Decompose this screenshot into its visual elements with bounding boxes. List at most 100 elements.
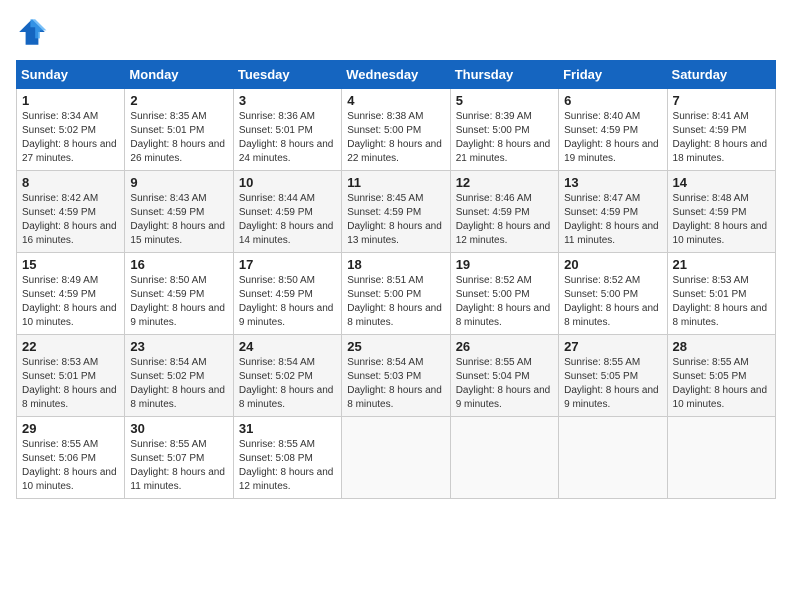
weekday-header: Thursday <box>450 61 558 89</box>
day-number: 1 <box>22 93 119 108</box>
day-info: Sunrise: 8:46 AM Sunset: 4:59 PM Dayligh… <box>456 192 553 248</box>
day-number: 31 <box>239 421 336 436</box>
day-number: 29 <box>22 421 119 436</box>
weekday-header: Friday <box>559 61 667 89</box>
day-info: Sunrise: 8:48 AM Sunset: 4:59 PM Dayligh… <box>673 192 770 248</box>
weekday-header: Monday <box>125 61 233 89</box>
calendar-day-cell <box>559 417 667 499</box>
calendar-day-cell: 3 Sunrise: 8:36 AM Sunset: 5:01 PM Dayli… <box>233 89 341 171</box>
calendar-day-cell: 29 Sunrise: 8:55 AM Sunset: 5:06 PM Dayl… <box>17 417 125 499</box>
calendar-week-row: 8 Sunrise: 8:42 AM Sunset: 4:59 PM Dayli… <box>17 171 776 253</box>
day-info: Sunrise: 8:55 AM Sunset: 5:05 PM Dayligh… <box>673 356 770 412</box>
calendar-day-cell: 10 Sunrise: 8:44 AM Sunset: 4:59 PM Dayl… <box>233 171 341 253</box>
calendar-header-row: SundayMondayTuesdayWednesdayThursdayFrid… <box>17 61 776 89</box>
day-info: Sunrise: 8:41 AM Sunset: 4:59 PM Dayligh… <box>673 110 770 166</box>
day-info: Sunrise: 8:54 AM Sunset: 5:02 PM Dayligh… <box>239 356 336 412</box>
calendar-day-cell <box>342 417 450 499</box>
day-number: 24 <box>239 339 336 354</box>
calendar-day-cell <box>450 417 558 499</box>
calendar-week-row: 29 Sunrise: 8:55 AM Sunset: 5:06 PM Dayl… <box>17 417 776 499</box>
calendar-day-cell: 15 Sunrise: 8:49 AM Sunset: 4:59 PM Dayl… <box>17 253 125 335</box>
day-number: 13 <box>564 175 661 190</box>
calendar-day-cell: 1 Sunrise: 8:34 AM Sunset: 5:02 PM Dayli… <box>17 89 125 171</box>
day-number: 20 <box>564 257 661 272</box>
day-number: 9 <box>130 175 227 190</box>
day-number: 26 <box>456 339 553 354</box>
calendar-day-cell: 13 Sunrise: 8:47 AM Sunset: 4:59 PM Dayl… <box>559 171 667 253</box>
calendar-table: SundayMondayTuesdayWednesdayThursdayFrid… <box>16 60 776 499</box>
day-number: 2 <box>130 93 227 108</box>
weekday-header: Saturday <box>667 61 775 89</box>
calendar-day-cell: 24 Sunrise: 8:54 AM Sunset: 5:02 PM Dayl… <box>233 335 341 417</box>
day-number: 25 <box>347 339 444 354</box>
day-number: 8 <box>22 175 119 190</box>
day-number: 12 <box>456 175 553 190</box>
day-info: Sunrise: 8:53 AM Sunset: 5:01 PM Dayligh… <box>22 356 119 412</box>
calendar-day-cell: 19 Sunrise: 8:52 AM Sunset: 5:00 PM Dayl… <box>450 253 558 335</box>
day-info: Sunrise: 8:45 AM Sunset: 4:59 PM Dayligh… <box>347 192 444 248</box>
calendar-day-cell: 5 Sunrise: 8:39 AM Sunset: 5:00 PM Dayli… <box>450 89 558 171</box>
day-info: Sunrise: 8:55 AM Sunset: 5:04 PM Dayligh… <box>456 356 553 412</box>
calendar-day-cell: 22 Sunrise: 8:53 AM Sunset: 5:01 PM Dayl… <box>17 335 125 417</box>
calendar-day-cell: 18 Sunrise: 8:51 AM Sunset: 5:00 PM Dayl… <box>342 253 450 335</box>
calendar-day-cell: 2 Sunrise: 8:35 AM Sunset: 5:01 PM Dayli… <box>125 89 233 171</box>
day-info: Sunrise: 8:44 AM Sunset: 4:59 PM Dayligh… <box>239 192 336 248</box>
calendar-week-row: 15 Sunrise: 8:49 AM Sunset: 4:59 PM Dayl… <box>17 253 776 335</box>
day-info: Sunrise: 8:50 AM Sunset: 4:59 PM Dayligh… <box>239 274 336 330</box>
calendar-day-cell: 14 Sunrise: 8:48 AM Sunset: 4:59 PM Dayl… <box>667 171 775 253</box>
calendar-day-cell: 6 Sunrise: 8:40 AM Sunset: 4:59 PM Dayli… <box>559 89 667 171</box>
day-number: 28 <box>673 339 770 354</box>
day-info: Sunrise: 8:51 AM Sunset: 5:00 PM Dayligh… <box>347 274 444 330</box>
day-info: Sunrise: 8:53 AM Sunset: 5:01 PM Dayligh… <box>673 274 770 330</box>
day-info: Sunrise: 8:47 AM Sunset: 4:59 PM Dayligh… <box>564 192 661 248</box>
calendar-day-cell: 23 Sunrise: 8:54 AM Sunset: 5:02 PM Dayl… <box>125 335 233 417</box>
day-info: Sunrise: 8:35 AM Sunset: 5:01 PM Dayligh… <box>130 110 227 166</box>
calendar-day-cell: 27 Sunrise: 8:55 AM Sunset: 5:05 PM Dayl… <box>559 335 667 417</box>
calendar-day-cell: 9 Sunrise: 8:43 AM Sunset: 4:59 PM Dayli… <box>125 171 233 253</box>
weekday-header: Tuesday <box>233 61 341 89</box>
day-info: Sunrise: 8:40 AM Sunset: 4:59 PM Dayligh… <box>564 110 661 166</box>
calendar-day-cell: 30 Sunrise: 8:55 AM Sunset: 5:07 PM Dayl… <box>125 417 233 499</box>
page-header <box>16 16 776 48</box>
day-number: 16 <box>130 257 227 272</box>
calendar-day-cell: 28 Sunrise: 8:55 AM Sunset: 5:05 PM Dayl… <box>667 335 775 417</box>
weekday-header: Sunday <box>17 61 125 89</box>
calendar-day-cell: 11 Sunrise: 8:45 AM Sunset: 4:59 PM Dayl… <box>342 171 450 253</box>
day-info: Sunrise: 8:49 AM Sunset: 4:59 PM Dayligh… <box>22 274 119 330</box>
calendar-day-cell: 25 Sunrise: 8:54 AM Sunset: 5:03 PM Dayl… <box>342 335 450 417</box>
day-number: 15 <box>22 257 119 272</box>
day-info: Sunrise: 8:38 AM Sunset: 5:00 PM Dayligh… <box>347 110 444 166</box>
day-info: Sunrise: 8:50 AM Sunset: 4:59 PM Dayligh… <box>130 274 227 330</box>
calendar-day-cell: 16 Sunrise: 8:50 AM Sunset: 4:59 PM Dayl… <box>125 253 233 335</box>
weekday-header: Wednesday <box>342 61 450 89</box>
day-number: 23 <box>130 339 227 354</box>
day-info: Sunrise: 8:52 AM Sunset: 5:00 PM Dayligh… <box>564 274 661 330</box>
day-number: 7 <box>673 93 770 108</box>
day-info: Sunrise: 8:55 AM Sunset: 5:08 PM Dayligh… <box>239 438 336 494</box>
day-info: Sunrise: 8:39 AM Sunset: 5:00 PM Dayligh… <box>456 110 553 166</box>
day-number: 27 <box>564 339 661 354</box>
day-number: 5 <box>456 93 553 108</box>
calendar-day-cell: 20 Sunrise: 8:52 AM Sunset: 5:00 PM Dayl… <box>559 253 667 335</box>
day-number: 30 <box>130 421 227 436</box>
calendar-day-cell: 21 Sunrise: 8:53 AM Sunset: 5:01 PM Dayl… <box>667 253 775 335</box>
day-info: Sunrise: 8:55 AM Sunset: 5:06 PM Dayligh… <box>22 438 119 494</box>
calendar-day-cell: 17 Sunrise: 8:50 AM Sunset: 4:59 PM Dayl… <box>233 253 341 335</box>
day-number: 18 <box>347 257 444 272</box>
day-info: Sunrise: 8:34 AM Sunset: 5:02 PM Dayligh… <box>22 110 119 166</box>
calendar-day-cell: 26 Sunrise: 8:55 AM Sunset: 5:04 PM Dayl… <box>450 335 558 417</box>
calendar-day-cell: 8 Sunrise: 8:42 AM Sunset: 4:59 PM Dayli… <box>17 171 125 253</box>
calendar-day-cell <box>667 417 775 499</box>
day-info: Sunrise: 8:54 AM Sunset: 5:02 PM Dayligh… <box>130 356 227 412</box>
day-info: Sunrise: 8:52 AM Sunset: 5:00 PM Dayligh… <box>456 274 553 330</box>
calendar-day-cell: 7 Sunrise: 8:41 AM Sunset: 4:59 PM Dayli… <box>667 89 775 171</box>
day-number: 3 <box>239 93 336 108</box>
calendar-day-cell: 31 Sunrise: 8:55 AM Sunset: 5:08 PM Dayl… <box>233 417 341 499</box>
day-info: Sunrise: 8:42 AM Sunset: 4:59 PM Dayligh… <box>22 192 119 248</box>
calendar-week-row: 22 Sunrise: 8:53 AM Sunset: 5:01 PM Dayl… <box>17 335 776 417</box>
day-number: 22 <box>22 339 119 354</box>
day-info: Sunrise: 8:36 AM Sunset: 5:01 PM Dayligh… <box>239 110 336 166</box>
day-info: Sunrise: 8:54 AM Sunset: 5:03 PM Dayligh… <box>347 356 444 412</box>
day-info: Sunrise: 8:55 AM Sunset: 5:07 PM Dayligh… <box>130 438 227 494</box>
day-number: 11 <box>347 175 444 190</box>
